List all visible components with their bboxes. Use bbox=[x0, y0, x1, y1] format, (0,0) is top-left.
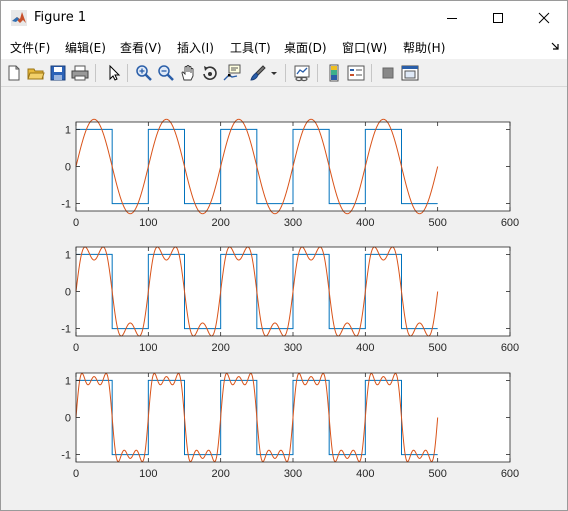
brush-dropdown-button[interactable] bbox=[269, 64, 279, 82]
hide-plot-tools-button[interactable] bbox=[379, 64, 397, 82]
zoom-out-icon bbox=[158, 65, 174, 81]
y-tick-label: -1 bbox=[61, 450, 71, 462]
data-cursor-button[interactable] bbox=[223, 64, 241, 82]
brush-icon bbox=[250, 65, 266, 81]
zoom-out-button[interactable] bbox=[157, 64, 175, 82]
save-icon bbox=[50, 65, 66, 81]
legend-icon bbox=[347, 65, 365, 81]
subplots: 0 100 200 300 400 500 600-1010 100 200 300 400 500 6… bbox=[61, 118, 519, 480]
menu-view[interactable]: 查看(V) bbox=[120, 39, 162, 56]
close-icon bbox=[538, 12, 550, 24]
close-button[interactable] bbox=[521, 1, 567, 35]
x-tick-label: 500 bbox=[428, 217, 446, 229]
x-tick-label: 0 bbox=[73, 217, 79, 229]
y-tick-label: 1 bbox=[65, 375, 71, 387]
print-button[interactable] bbox=[71, 64, 89, 82]
toolbar-separator bbox=[285, 64, 286, 82]
menu-insert[interactable]: 插入(I) bbox=[177, 39, 214, 56]
toolbar-separator bbox=[371, 64, 372, 82]
link-plot-button[interactable] bbox=[293, 64, 311, 82]
minimize-icon bbox=[447, 18, 457, 19]
y-tick-label: -1 bbox=[61, 199, 71, 211]
new-figure-button[interactable] bbox=[5, 64, 23, 82]
figure-window: Figure 1 文件(F) 编辑(E) 查看(V) 插入(I) 工具(T) 桌… bbox=[0, 0, 568, 511]
toolbar-separator bbox=[127, 64, 128, 82]
x-tick-label: 600 bbox=[501, 217, 519, 229]
menu-file[interactable]: 文件(F) bbox=[10, 39, 50, 56]
y-tick-label: 0 bbox=[65, 162, 71, 174]
legend-button[interactable] bbox=[347, 64, 365, 82]
data-cursor-icon bbox=[223, 64, 241, 81]
maximize-icon bbox=[493, 13, 503, 23]
y-tick-label: 1 bbox=[65, 124, 71, 136]
x-tick-label: 200 bbox=[211, 217, 229, 229]
show-plot-tools-button[interactable] bbox=[401, 64, 419, 82]
menu-bar: 文件(F) 编辑(E) 查看(V) 插入(I) 工具(T) 桌面(D) 窗口(W… bbox=[1, 35, 567, 59]
x-tick-label: 100 bbox=[139, 217, 157, 229]
x-tick-label: 400 bbox=[356, 468, 374, 480]
show-plot-tools-icon bbox=[401, 65, 419, 81]
open-file-icon bbox=[27, 68, 45, 80]
brush-dropdown-icon bbox=[271, 72, 277, 75]
toolbar-separator bbox=[95, 64, 96, 82]
x-tick-label: 200 bbox=[211, 342, 229, 354]
menu-desktop[interactable]: 桌面(D) bbox=[284, 39, 327, 56]
expand-arrow-icon[interactable] bbox=[550, 41, 560, 51]
colorbar-button[interactable] bbox=[325, 64, 343, 82]
x-tick-label: 100 bbox=[139, 468, 157, 480]
menu-edit[interactable]: 编辑(E) bbox=[65, 39, 106, 56]
x-tick-label: 300 bbox=[284, 468, 302, 480]
x-tick-label: 300 bbox=[284, 342, 302, 354]
y-tick-label: 0 bbox=[65, 287, 71, 299]
open-file-button[interactable] bbox=[27, 64, 45, 82]
y-tick-label: 1 bbox=[65, 249, 71, 261]
hide-plot-tools-icon bbox=[382, 67, 394, 79]
menu-help[interactable]: 帮助(H) bbox=[403, 39, 445, 56]
x-tick-label: 0 bbox=[73, 342, 79, 354]
x-tick-label: 100 bbox=[139, 342, 157, 354]
zoom-in-icon bbox=[136, 65, 152, 81]
x-tick-label: 300 bbox=[284, 217, 302, 229]
zoom-in-button[interactable] bbox=[135, 64, 153, 82]
link-plot-icon bbox=[294, 65, 310, 82]
x-tick-label: 200 bbox=[211, 468, 229, 480]
y-tick-label: -1 bbox=[61, 324, 71, 336]
print-icon bbox=[71, 65, 89, 81]
x-tick-label: 500 bbox=[428, 468, 446, 480]
rotate-3d-button[interactable] bbox=[201, 64, 219, 82]
x-tick-label: 400 bbox=[356, 342, 374, 354]
y-tick-label: 0 bbox=[65, 413, 71, 425]
maximize-button[interactable] bbox=[475, 1, 521, 35]
minimize-button[interactable] bbox=[429, 1, 475, 35]
menu-window[interactable]: 窗口(W) bbox=[342, 39, 387, 56]
colorbar-icon bbox=[329, 64, 339, 82]
window-title: Figure 1 bbox=[34, 10, 87, 25]
pointer-button[interactable] bbox=[105, 64, 123, 82]
pan-hand-icon bbox=[181, 65, 194, 81]
x-tick-label: 400 bbox=[356, 217, 374, 229]
new-figure-icon bbox=[8, 65, 20, 81]
rotate-3d-icon bbox=[203, 66, 217, 81]
x-tick-label: 0 bbox=[73, 468, 79, 480]
x-tick-label: 600 bbox=[501, 342, 519, 354]
brush-button[interactable] bbox=[249, 64, 267, 82]
figure-canvas[interactable]: 0 100 200 300 400 500 600 -1 0 1 0 100 200 300 400 500 6… bbox=[1, 87, 567, 510]
x-tick-label: 500 bbox=[428, 342, 446, 354]
pointer-icon bbox=[109, 64, 121, 81]
save-button[interactable] bbox=[49, 64, 67, 82]
title-bar[interactable]: Figure 1 bbox=[1, 1, 567, 35]
figure-toolbar bbox=[1, 59, 567, 87]
x-tick-label: 600 bbox=[501, 468, 519, 480]
menu-tools[interactable]: 工具(T) bbox=[230, 39, 271, 56]
matlab-icon bbox=[11, 10, 27, 26]
toolbar-separator bbox=[317, 64, 318, 82]
pan-button[interactable] bbox=[179, 64, 197, 82]
